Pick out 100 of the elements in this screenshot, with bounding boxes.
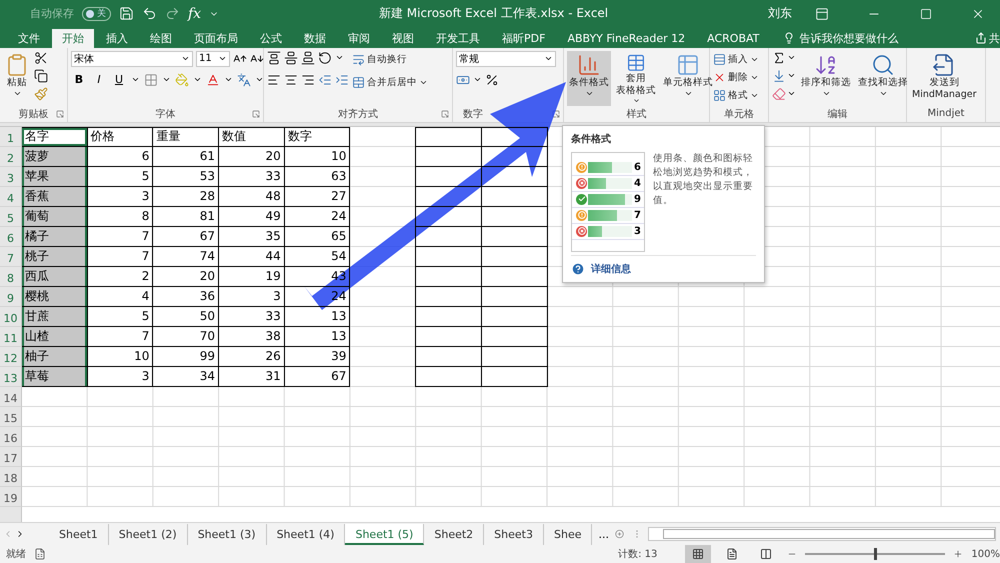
increase-indent-icon[interactable] [335, 72, 349, 87]
table-cell [416, 366, 482, 387]
merge-center-button[interactable]: 合并后居中 [352, 74, 428, 91]
more-sheets-button[interactable]: ... [592, 528, 615, 541]
italic-button[interactable]: I [91, 73, 107, 86]
view-button[interactable] [685, 545, 712, 563]
ribbon-button[interactable]: 格式 [713, 86, 759, 104]
ribbon-button[interactable]: 发送到 MindManager [910, 50, 979, 106]
row-number[interactable]: 12 [0, 346, 22, 367]
ribbon-button[interactable]: 插入 [713, 50, 759, 68]
ribbon-tab[interactable]: 页面布局 [184, 28, 248, 48]
dialog-launcher-icon[interactable] [252, 110, 260, 118]
table-cell: 35 [219, 226, 285, 247]
row-number[interactable]: 13 [0, 366, 22, 387]
font-name-field[interactable]: 宋体 [71, 50, 193, 67]
sheet-tab[interactable]: Sheet1 (5) [345, 524, 424, 545]
row-number[interactable]: 7 [0, 246, 22, 267]
row-number[interactable]: 1 [0, 126, 22, 147]
table-cell: 甘蔗 [22, 306, 88, 327]
table-cell: 7 [88, 326, 154, 347]
paste-button[interactable]: 粘贴 [3, 50, 31, 106]
fill-down-icon[interactable] [772, 68, 786, 83]
underline-button[interactable]: U [111, 73, 127, 86]
dialog-launcher-icon[interactable] [441, 110, 449, 118]
top-align-icon[interactable] [267, 50, 281, 65]
ribbon-tab[interactable]: 审阅 [338, 28, 380, 48]
ribbon-tab[interactable]: ACROBAT [697, 28, 770, 48]
row-number[interactable]: 4 [0, 186, 22, 207]
align-center-icon[interactable] [284, 72, 298, 87]
autosave-toggle[interactable]: 关 [82, 6, 111, 21]
tooltip-title: 条件格式 [571, 132, 612, 146]
bottom-align-icon[interactable] [301, 50, 315, 65]
ribbon-tab[interactable]: 绘图 [140, 28, 182, 48]
zoom-in-icon[interactable] [953, 549, 964, 559]
dialog-launcher-icon[interactable] [56, 110, 64, 118]
zoom-level[interactable]: 100% [971, 548, 1000, 560]
row-number[interactable]: 3 [0, 166, 22, 187]
copy-icon[interactable] [34, 68, 48, 83]
sum-icon[interactable] [772, 50, 786, 65]
table-cell: 樱桃 [22, 286, 88, 307]
ribbon-tab[interactable]: 视图 [382, 28, 424, 48]
redo-icon[interactable] [165, 6, 180, 22]
row-number[interactable]: 10 [0, 306, 22, 327]
maximize-icon[interactable] [920, 8, 932, 20]
macro-record-icon[interactable] [34, 548, 46, 560]
row-number[interactable]: 19 [0, 486, 22, 507]
horizontal-scrollbar[interactable] [648, 527, 996, 542]
table-cell: 3 [88, 186, 154, 207]
wrap-text-button[interactable]: 自动换行 [352, 50, 428, 68]
row-number[interactable]: 2 [0, 146, 22, 167]
row-number[interactable]: 6 [0, 226, 22, 247]
row-number[interactable]: 9 [0, 286, 22, 307]
ribbon-button[interactable]: 单元格样式 [661, 50, 715, 106]
help-icon[interactable] [571, 262, 585, 276]
row-number[interactable]: 18 [0, 466, 22, 487]
number-format-field[interactable]: 常规 [456, 50, 556, 67]
ribbon-tab[interactable]: 插入 [96, 28, 138, 48]
table-cell: 苹果 [22, 166, 88, 187]
ribbon-options-icon[interactable] [815, 6, 829, 21]
phonetic-guide-icon[interactable] [237, 72, 251, 87]
row-number[interactable]: 15 [0, 406, 22, 427]
ribbon-button[interactable]: 查找和选择 [856, 50, 910, 106]
ribbon-button[interactable]: 条件格式 [567, 50, 611, 106]
row-number[interactable]: 11 [0, 326, 22, 347]
bold-button[interactable]: B [71, 73, 87, 86]
font-size-field[interactable]: 11 [196, 50, 230, 67]
ribbon-button[interactable]: 排序和筛选 [799, 50, 853, 106]
align-left-icon[interactable] [267, 72, 281, 87]
table-cell [416, 286, 482, 307]
orientation-icon[interactable] [318, 50, 332, 65]
row-number[interactable]: 5 [0, 206, 22, 227]
ribbon-tab[interactable]: 开发工具 [426, 28, 490, 48]
table-cell: 香蕉 [22, 186, 88, 207]
ribbon-button[interactable]: 套用 表格格式 [614, 50, 658, 106]
insert-function-button[interactable]: fx [188, 6, 202, 22]
middle-align-icon[interactable] [284, 50, 298, 65]
more-info-link[interactable]: 详细信息 [591, 262, 631, 276]
row-number[interactable]: 8 [0, 266, 22, 287]
row-number[interactable]: 14 [0, 386, 22, 407]
scissors-icon[interactable] [34, 50, 48, 65]
ribbon-tab[interactable]: 数据 [294, 28, 336, 48]
tell-me-field[interactable]: 告诉我你想要做什么 [783, 28, 898, 48]
decrease-indent-icon[interactable] [318, 72, 332, 87]
group-label: 样式 [626, 108, 646, 121]
ribbon-tab[interactable]: ABBYY FineReader 12 [557, 28, 696, 48]
share-button[interactable]: 共 [975, 28, 1000, 48]
ribbon-tab[interactable]: 公式 [250, 28, 292, 48]
ribbon-tab[interactable]: 文件 [8, 28, 50, 48]
table-cell: 菠萝 [22, 146, 88, 167]
row-number[interactable]: 17 [0, 446, 22, 467]
percent-icon[interactable] [485, 72, 499, 87]
ribbon-tab[interactable]: 福昕PDF [492, 28, 556, 48]
fill-color-icon[interactable] [175, 72, 189, 87]
row-number[interactable]: 16 [0, 426, 22, 447]
undo-icon[interactable] [142, 6, 157, 22]
align-right-icon[interactable] [301, 72, 315, 87]
ribbon-button[interactable]: 删除 [713, 68, 759, 86]
ribbon-tab[interactable]: 开始 [52, 28, 94, 48]
font-color-icon[interactable] [206, 72, 220, 87]
save-icon[interactable] [119, 6, 134, 22]
